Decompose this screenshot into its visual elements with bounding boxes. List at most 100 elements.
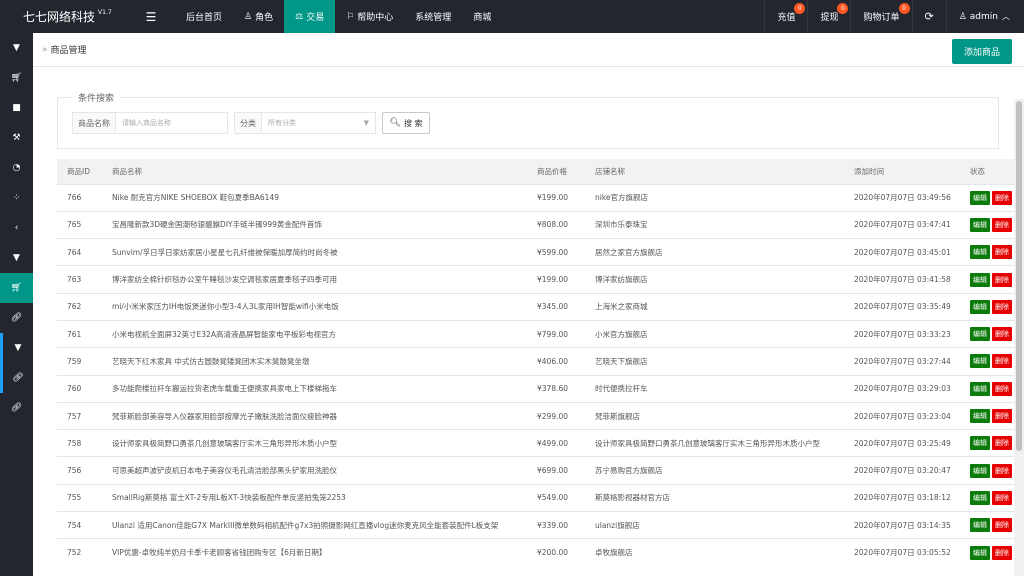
edit-button[interactable]: 编辑: [970, 381, 990, 396]
shop-name: ulanzi旗舰店: [585, 511, 844, 539]
scale-icon: ⚖: [295, 11, 304, 22]
product-price: ¥549.00: [527, 483, 585, 512]
edit-button[interactable]: 编辑: [970, 409, 990, 424]
edit-button[interactable]: 编辑: [970, 217, 990, 232]
delete-button[interactable]: 删除: [992, 545, 1012, 560]
edit-button[interactable]: 编辑: [970, 518, 990, 533]
chevron-left-icon[interactable]: ‹: [0, 213, 33, 243]
spinner-icon[interactable]: ⁘: [0, 183, 33, 213]
row-actions: 编辑 删除: [960, 265, 1020, 294]
gauge-icon[interactable]: ◔: [0, 153, 33, 183]
recharge-label: 充值: [777, 13, 796, 23]
delete-button[interactable]: 删除: [992, 354, 1012, 369]
edit-button[interactable]: 编辑: [970, 272, 990, 287]
cart-icon[interactable]: 🛒︎: [0, 273, 33, 303]
nav-item-help[interactable]: ⚐ 帮助中心: [335, 0, 404, 33]
gavel-icon[interactable]: ⚒: [0, 123, 33, 153]
caret-down-icon[interactable]: ▼: [0, 33, 33, 63]
product-price: ¥499.00: [527, 429, 585, 457]
edit-button[interactable]: 编辑: [970, 436, 990, 451]
category-value: 所有分类: [268, 119, 296, 127]
product-id: 756: [57, 456, 102, 485]
recharge-link[interactable]: 充值 0: [764, 0, 807, 33]
product-id: 752: [57, 538, 102, 567]
edit-button[interactable]: 编辑: [970, 327, 990, 342]
app-logo[interactable]: 七七网络科技 V1.7: [0, 0, 127, 33]
edit-button[interactable]: 编辑: [970, 299, 990, 314]
row-actions: 编辑 删除: [960, 401, 1020, 430]
delete-button[interactable]: 删除: [992, 190, 1012, 205]
add-product-button[interactable]: 添加商品: [951, 39, 1012, 64]
delete-button[interactable]: 删除: [992, 490, 1012, 505]
search-button[interactable]: 🔍︎ 搜 索: [382, 112, 430, 134]
scrollbar[interactable]: [1014, 99, 1024, 576]
delete-button[interactable]: 删除: [992, 409, 1012, 424]
nav-item-trade[interactable]: ⚖ 交易: [284, 0, 336, 33]
table-row: 764 Sunvim/孚日孚日家纺家居小星星七孔纤维被保暖加厚简约时尚冬被 ¥599…: [57, 238, 1020, 266]
shop-name: 小米官方旗舰店: [585, 319, 844, 348]
nav-item-role[interactable]: ♙ 角色: [233, 0, 284, 33]
user-menu[interactable]: ♙ admin ︿: [945, 0, 1024, 33]
delete-button[interactable]: 删除: [992, 327, 1012, 342]
product-id: 763: [57, 265, 102, 294]
menu-toggle-icon[interactable]: ☰: [127, 0, 175, 33]
edit-button[interactable]: 编辑: [970, 545, 990, 560]
product-price: ¥799.00: [527, 319, 585, 348]
column-header: 添加时间: [844, 159, 960, 184]
caret-down-icon[interactable]: ▼: [0, 243, 33, 273]
edit-button[interactable]: 编辑: [970, 354, 990, 369]
product-price: ¥599.00: [527, 238, 585, 266]
delete-button[interactable]: 删除: [992, 518, 1012, 533]
edit-button[interactable]: 编辑: [970, 245, 990, 260]
nav-item-home[interactable]: 后台首页: [175, 0, 233, 33]
added-time: 2020年07月07日 03:47:41: [844, 210, 960, 239]
double-chevron-right-icon: »: [42, 44, 48, 55]
search-button-label: 搜 索: [403, 118, 423, 128]
chat-icon[interactable]: ■: [0, 93, 33, 123]
shop-name: 苏宁易购官方旗舰店: [585, 456, 844, 485]
row-actions: 编辑 删除: [960, 511, 1020, 539]
link-icon[interactable]: 🔗︎: [0, 393, 33, 423]
delete-button[interactable]: 删除: [992, 217, 1012, 232]
cart-icon[interactable]: 🛒︎: [0, 63, 33, 93]
delete-button[interactable]: 删除: [992, 299, 1012, 314]
delete-button[interactable]: 删除: [992, 381, 1012, 396]
product-id: 757: [57, 401, 102, 430]
product-name: mi/小米米家压力IH电饭煲迷你小型3-4人3L家用IH智能wifi小米电饭: [102, 292, 527, 321]
orders-link[interactable]: 购物订单 0: [850, 0, 911, 33]
row-actions: 编辑 删除: [960, 483, 1020, 512]
delete-button[interactable]: 删除: [992, 463, 1012, 478]
shop-name: nike官方旗舰店: [585, 183, 844, 212]
table-row: 758 设计师家具极简野口勇茶几创意玻璃客厅实木三角形异形木质小户型 ¥499.00…: [57, 429, 1020, 457]
shop-name: 斯莫格影视器材官方店: [585, 483, 844, 512]
link-icon[interactable]: 🔗︎: [0, 303, 33, 333]
withdraw-link[interactable]: 提现 0: [807, 0, 850, 33]
breadcrumb: » 商品管理: [33, 33, 1024, 67]
edit-button[interactable]: 编辑: [970, 190, 990, 205]
refresh-icon[interactable]: ⟳: [911, 0, 946, 33]
delete-button[interactable]: 删除: [992, 436, 1012, 451]
product-price: ¥199.00: [527, 183, 585, 212]
delete-button[interactable]: 删除: [992, 272, 1012, 287]
nav-label: 系统管理: [415, 13, 452, 23]
app-version: V1.7: [98, 9, 112, 16]
delete-button[interactable]: 删除: [992, 245, 1012, 260]
product-name-input[interactable]: 请输入商品名称: [116, 118, 171, 128]
product-price: ¥339.00: [527, 511, 585, 539]
product-name: SmallRig斯莫格 富士XT-2专用L板XT-3快装板配件单反竖拍兔笼225…: [102, 483, 527, 512]
shop-name: 博洋家纺旗舰店: [585, 265, 844, 294]
row-actions: 编辑 删除: [960, 374, 1020, 403]
link-icon[interactable]: 🔗︎: [0, 363, 33, 393]
product-name-field: 商品名称 请输入商品名称: [72, 112, 228, 134]
recharge-badge: 0: [794, 3, 806, 14]
row-actions: 编辑 删除: [960, 347, 1020, 376]
nav-item-system[interactable]: 系统管理: [404, 0, 462, 33]
nav-item-mall[interactable]: 商城: [462, 0, 502, 33]
scrollbar-thumb[interactable]: [1016, 101, 1022, 451]
caret-down-icon[interactable]: ▼: [0, 333, 33, 363]
product-name: 梵菲斯脸部美容导入仪器家用脸部按摩光子嫩肤洗脸洁面仪瘦脸神器: [102, 401, 527, 430]
edit-button[interactable]: 编辑: [970, 463, 990, 478]
person-icon: ♙: [244, 11, 253, 22]
edit-button[interactable]: 编辑: [970, 490, 990, 505]
category-select[interactable]: 分类 所有分类 ▼: [234, 112, 376, 134]
